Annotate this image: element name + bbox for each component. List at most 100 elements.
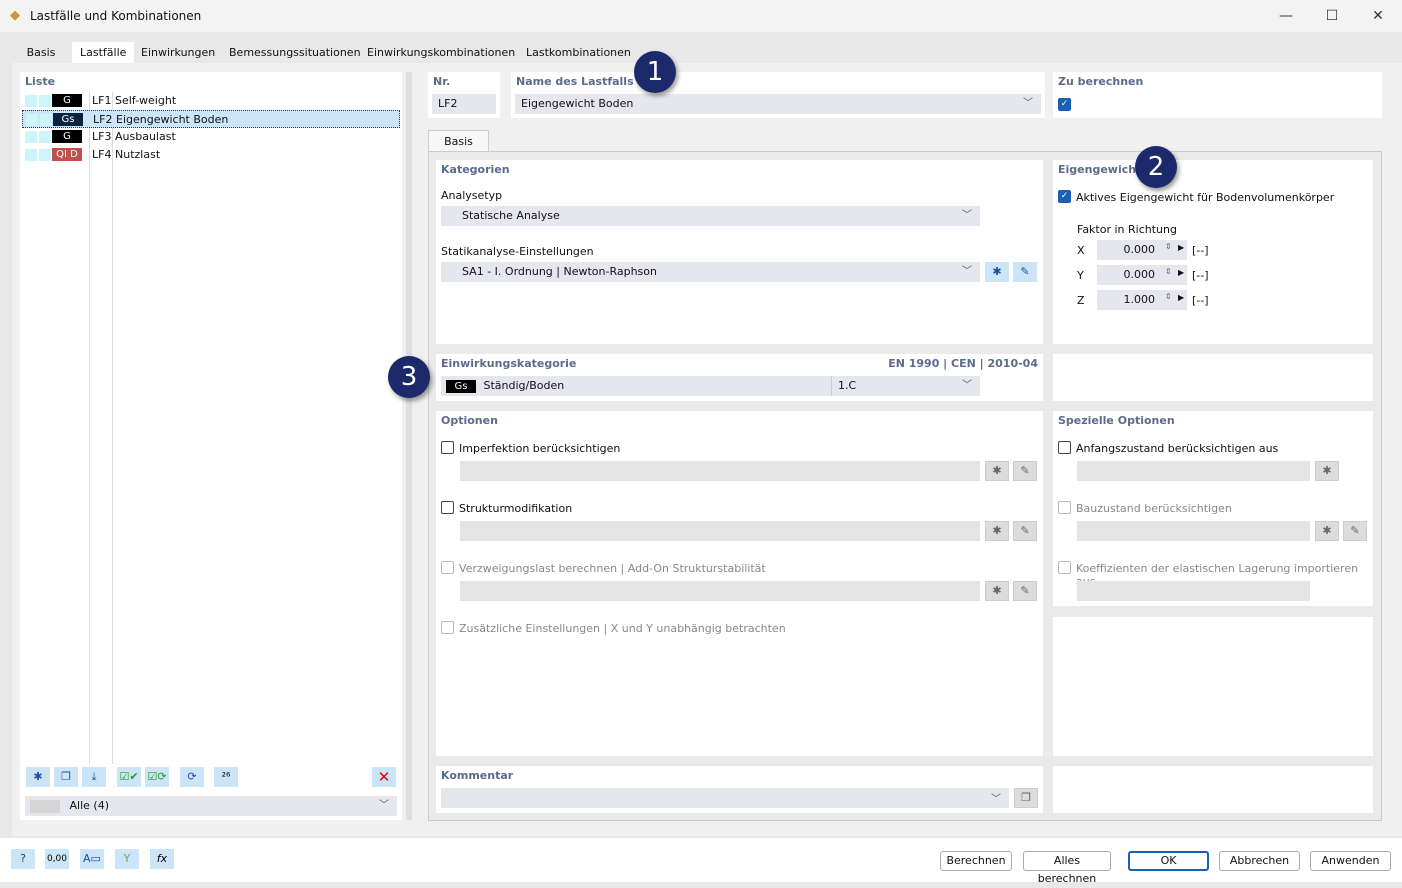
- case-id: LF2: [93, 113, 113, 126]
- import-icon[interactable]: ⤓: [82, 767, 106, 787]
- nr-field[interactable]: LF2: [432, 94, 496, 114]
- list-item[interactable]: QI D LF4 Nutzlast: [22, 146, 400, 164]
- option-checkbox[interactable]: [1058, 501, 1071, 514]
- case-id: LF3: [92, 130, 112, 143]
- option-checkbox[interactable]: [1058, 441, 1071, 454]
- option-checkbox[interactable]: [441, 621, 454, 634]
- tab-bemessungssituationen[interactable]: Bemessungssituationen: [221, 42, 369, 64]
- option-select[interactable]: [460, 581, 980, 601]
- tab-einwirkungskombinationen[interactable]: Einwirkungskombinationen: [359, 42, 523, 64]
- chevron-down-icon: ﹀: [379, 800, 389, 811]
- list-filter-select[interactable]: Alle (4) ﹀: [25, 796, 397, 816]
- spezielle-title: Spezielle Optionen: [1058, 414, 1175, 427]
- calc-checkbox[interactable]: ✓: [1058, 98, 1071, 111]
- alles-berechnen-button[interactable]: Alles berechnen: [1023, 851, 1111, 885]
- formula-icon[interactable]: fx: [150, 849, 174, 869]
- statik-label: Statikanalyse-Einstellungen: [441, 245, 594, 258]
- model-icon[interactable]: Y: [115, 849, 139, 869]
- list-item[interactable]: G LF1 Self-weight: [22, 92, 400, 110]
- window-title: Lastfälle und Kombinationen: [30, 9, 202, 23]
- edit-icon[interactable]: ✎: [1013, 461, 1037, 481]
- color-swatch: [26, 114, 38, 126]
- callout-3: 3: [388, 356, 430, 398]
- name-select[interactable]: Eigengewicht Boden ﹀: [515, 94, 1041, 114]
- edit-icon[interactable]: ✎: [1343, 521, 1367, 541]
- new-icon[interactable]: ✱: [26, 767, 50, 787]
- arrow-right-icon[interactable]: ▶: [1178, 293, 1184, 302]
- arrow-right-icon[interactable]: ▶: [1178, 268, 1184, 277]
- kommentar-title: Kommentar: [441, 769, 514, 782]
- new-icon[interactable]: ✱: [1315, 521, 1339, 541]
- tab-einwirkungen[interactable]: Einwirkungen: [133, 42, 223, 64]
- color-swatch: [25, 131, 37, 143]
- active-selfweight-label: Aktives Eigengewicht für Bodenvolumenkör…: [1076, 191, 1335, 204]
- option-select[interactable]: [1077, 581, 1310, 601]
- analysetyp-value: Statische Analyse: [462, 209, 560, 222]
- option-select[interactable]: [460, 461, 980, 481]
- display-icon[interactable]: A▭: [80, 849, 104, 869]
- option-checkbox[interactable]: [1058, 561, 1071, 574]
- filter-value: Alle (4): [69, 799, 109, 812]
- tab-lastkombinationen[interactable]: Lastkombinationen: [518, 42, 639, 64]
- option-select[interactable]: [1077, 461, 1310, 481]
- copy-icon[interactable]: ❐: [54, 767, 78, 787]
- berechnen-button[interactable]: Berechnen: [940, 851, 1012, 871]
- kommentar-input[interactable]: [441, 788, 1009, 808]
- minimize-button[interactable]: —: [1266, 4, 1306, 28]
- option-checkbox[interactable]: [441, 441, 454, 454]
- new-icon[interactable]: ✱: [985, 581, 1009, 601]
- name-label: Name des Lastfalls: [516, 75, 634, 88]
- splitter[interactable]: [406, 72, 412, 820]
- option-select[interactable]: [1077, 521, 1310, 541]
- option-checkbox[interactable]: [441, 561, 454, 574]
- spinner-icon[interactable]: ⇕: [1165, 292, 1172, 301]
- arrow-right-icon[interactable]: ▶: [1178, 243, 1184, 252]
- list-item[interactable]: G LF3 Ausbaulast: [22, 128, 400, 146]
- units-icon[interactable]: 0,00: [45, 849, 69, 869]
- toggle-icon[interactable]: ☑⟳: [145, 767, 169, 787]
- einwirkung-code: 1.C: [831, 376, 856, 396]
- option-select[interactable]: [460, 521, 980, 541]
- new-icon[interactable]: ✱: [1315, 461, 1339, 481]
- help-icon[interactable]: ?: [11, 849, 35, 869]
- renumber-icon[interactable]: ⟳: [180, 767, 204, 787]
- color-swatch: [39, 149, 51, 161]
- factor-input[interactable]: 0.000: [1097, 265, 1187, 285]
- factor-input[interactable]: 0.000: [1097, 240, 1187, 260]
- maximize-button[interactable]: ☐: [1312, 4, 1352, 28]
- anwenden-button[interactable]: Anwenden: [1310, 851, 1391, 871]
- close-button[interactable]: ✕: [1358, 4, 1398, 28]
- ok-button[interactable]: OK: [1128, 851, 1209, 871]
- abbrechen-button[interactable]: Abbrechen: [1219, 851, 1300, 871]
- new-icon[interactable]: ✱: [985, 521, 1009, 541]
- renumber-to-icon[interactable]: ²⁶: [214, 767, 238, 787]
- statik-select[interactable]: SA1 - I. Ordnung | Newton-Raphson ﹀: [441, 262, 980, 282]
- check-all-icon[interactable]: ☑✔: [117, 767, 141, 787]
- factor-input[interactable]: 1.000: [1097, 290, 1187, 310]
- delete-icon[interactable]: ✕: [372, 767, 396, 787]
- active-selfweight-checkbox[interactable]: ✓: [1058, 190, 1071, 203]
- analysetyp-label: Analysetyp: [441, 189, 503, 202]
- edit-icon[interactable]: ✎: [1013, 581, 1037, 601]
- list-item[interactable]: Gs LF2 Eigengewicht Boden: [22, 110, 400, 128]
- spinner-icon[interactable]: ⇕: [1165, 267, 1172, 276]
- inner-tab-basis[interactable]: Basis: [428, 130, 489, 152]
- option-label: Anfangszustand berücksichtigen aus: [1076, 442, 1279, 455]
- eigengewicht-title: Eigengewicht: [1058, 163, 1142, 176]
- chevron-down-icon: ﹀: [991, 794, 1001, 805]
- new-icon[interactable]: ✱: [985, 461, 1009, 481]
- option-checkbox[interactable]: [441, 501, 454, 514]
- case-name: Self-weight: [115, 94, 177, 107]
- new-settings-icon[interactable]: ✱: [985, 262, 1009, 282]
- spinner-icon[interactable]: ⇕: [1165, 242, 1172, 251]
- edit-settings-icon[interactable]: ✎: [1013, 262, 1037, 282]
- copy-comment-icon[interactable]: ❐: [1014, 788, 1038, 808]
- edit-icon[interactable]: ✎: [1013, 521, 1037, 541]
- category-tag: G: [52, 130, 82, 143]
- tab-lastfaelle[interactable]: Lastfälle: [72, 42, 135, 64]
- analysetyp-select[interactable]: Statische Analyse ﹀: [441, 206, 980, 226]
- tab-basis[interactable]: Basis: [12, 42, 70, 64]
- case-name: Nutzlast: [115, 148, 161, 161]
- einwirkung-select[interactable]: Gs Ständig/Boden 1.C ﹀: [441, 376, 980, 396]
- category-tag: G: [52, 94, 82, 107]
